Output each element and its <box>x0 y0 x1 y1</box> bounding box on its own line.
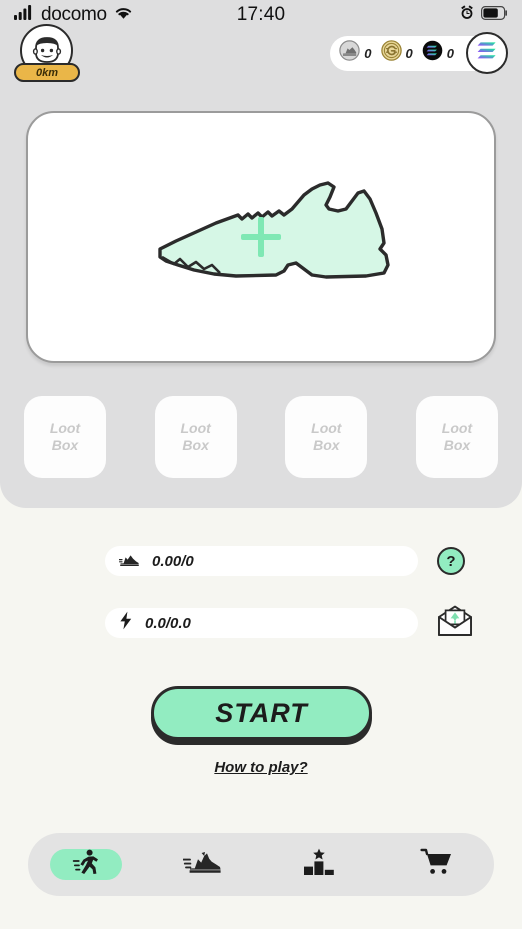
app-root: docomo 17:40 0km 0 0 0 Loot Box Loot Box… <box>0 0 522 929</box>
gst-gold-coin-icon <box>380 40 402 66</box>
currency-item-solana[interactable]: 0 <box>422 40 458 66</box>
start-button[interactable]: START <box>151 686 372 740</box>
status-bar-right <box>460 5 508 25</box>
loot-box-label-line1: Loot <box>49 419 81 436</box>
distance-stat-bar[interactable]: 0.00/0 <box>105 546 418 576</box>
status-bar-clock: 17:40 <box>236 4 286 25</box>
help-area[interactable]: ? <box>437 547 465 575</box>
question-mark-icon: ? <box>446 552 456 570</box>
energy-value: 0.0/0.0 <box>145 614 191 632</box>
loot-box-label-line1: Loot <box>311 419 342 436</box>
bottom-navigation <box>28 833 494 896</box>
nav-item-run[interactable] <box>50 848 123 881</box>
running-shoe-icon <box>118 551 140 572</box>
loot-box-label-line2: Box <box>313 437 340 453</box>
energy-stat-row: 0.0/0.0 <box>0 605 522 642</box>
loot-box-label-line1: Loot <box>441 419 473 436</box>
podium-star-icon <box>302 848 336 881</box>
wallet-button[interactable] <box>466 32 508 74</box>
distance-value: 0.00/0 <box>152 552 194 570</box>
loot-box-label-line2: Box <box>182 437 209 453</box>
currency-item-gst[interactable]: 0 <box>380 40 417 66</box>
loot-box-label-line2: Box <box>51 437 79 453</box>
plus-icon <box>241 217 281 257</box>
alarm-clock-icon <box>460 5 474 25</box>
energy-stat-bar[interactable]: 0.0/0.0 <box>105 608 418 638</box>
nav-item-shop[interactable] <box>400 848 472 881</box>
currency-value-sneaker: 0 <box>364 45 372 61</box>
loot-box-row: Loot Box Loot Box Loot Box Loot Box <box>24 396 498 478</box>
distance-stat-row: 0.00/0 ? <box>0 545 522 577</box>
running-person-icon <box>72 848 100 881</box>
solana-logo-icon <box>475 40 499 66</box>
sneaker-speed-icon <box>182 849 223 880</box>
loot-box-slot-4[interactable]: Loot Box <box>415 396 498 478</box>
nav-item-leaderboard[interactable] <box>283 848 355 881</box>
mailbox-area[interactable] <box>437 605 473 642</box>
distance-badge: 0km <box>14 63 80 82</box>
profile-area[interactable]: 0km <box>14 24 80 82</box>
help-button[interactable]: ? <box>437 547 465 575</box>
currency-value-solana: 0 <box>446 45 454 61</box>
currency-value-gst: 0 <box>405 45 413 61</box>
wallet-bar: 0 0 0 <box>330 32 508 74</box>
start-button-label: START <box>215 697 308 728</box>
loot-box-slot-2[interactable]: Loot Box <box>154 396 237 478</box>
shoe-slot-card[interactable] <box>26 111 496 363</box>
loot-box-slot-1[interactable]: Loot Box <box>24 396 106 478</box>
header: 0km 0 0 0 <box>0 24 522 82</box>
how-to-play-link[interactable]: How to play? <box>0 759 522 776</box>
how-to-play-label: How to play? <box>214 759 308 776</box>
loot-box-label-line1: Loot <box>180 419 211 436</box>
shopping-cart-icon <box>420 848 452 881</box>
battery-icon <box>481 5 508 25</box>
nav-item-shoes[interactable] <box>167 849 239 880</box>
loot-box-slot-3[interactable]: Loot Box <box>285 396 368 478</box>
solana-black-coin-icon <box>422 40 443 66</box>
sneaker-coin-icon <box>339 40 360 66</box>
loot-box-label-line2: Box <box>443 437 471 453</box>
currency-item-sneaker[interactable]: 0 <box>339 40 375 66</box>
envelope-tree-icon[interactable] <box>437 605 473 642</box>
lightning-bolt-icon <box>119 611 133 635</box>
